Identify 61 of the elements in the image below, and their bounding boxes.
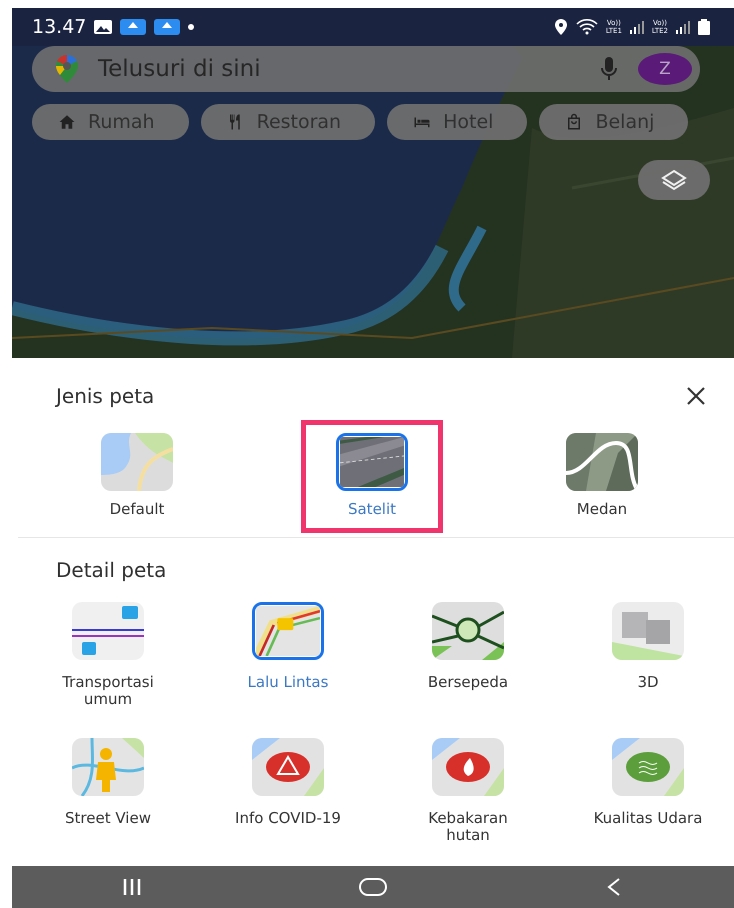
notification-app-icon xyxy=(154,19,180,35)
dot-icon xyxy=(188,24,194,30)
default-thumbnail-icon xyxy=(101,433,173,491)
map-type-label: Satelit xyxy=(348,501,396,518)
map-detail-thumbnail[interactable] xyxy=(72,602,144,660)
satellite-thumbnail-icon xyxy=(340,437,404,487)
map-type-option[interactable]: Default xyxy=(66,420,208,533)
map-detail-label: Lalu Lintas xyxy=(248,674,328,691)
wildfire-thumbnail-icon xyxy=(432,738,504,796)
back-icon[interactable] xyxy=(606,878,621,896)
map-detail-thumbnail[interactable] xyxy=(612,738,684,796)
chip-label: Belanj xyxy=(595,111,654,133)
map-detail-label: Kebakaran hutan xyxy=(427,810,509,844)
map-detail-label: Street View xyxy=(65,810,151,827)
section-title: Jenis peta xyxy=(56,384,154,408)
map-type-label: Default xyxy=(110,501,164,518)
chip-label: Rumah xyxy=(88,111,155,133)
map-type-thumbnail[interactable] xyxy=(101,433,173,491)
chip-label: Restoran xyxy=(256,111,342,133)
transit-thumbnail-icon xyxy=(72,602,144,660)
bicycle-thumbnail-icon xyxy=(432,602,504,660)
microphone-icon[interactable] xyxy=(600,57,618,81)
map-type-label: Medan xyxy=(576,501,628,518)
status-time: 13.47 xyxy=(32,16,86,38)
image-icon xyxy=(94,20,112,34)
map-detail-label: Info COVID-19 xyxy=(235,810,341,827)
search-placeholder: Telusuri di sini xyxy=(98,56,262,82)
map-type-thumbnail[interactable] xyxy=(336,433,408,491)
signal-icon xyxy=(630,20,644,34)
map-detail-thumbnail[interactable] xyxy=(72,738,144,796)
map-detail-thumbnail[interactable] xyxy=(252,738,324,796)
battery-icon xyxy=(698,19,710,35)
map-detail-thumbnail[interactable] xyxy=(432,738,504,796)
map-detail-label: Bersepeda xyxy=(428,674,508,691)
map-type-option[interactable]: Medan xyxy=(531,420,673,533)
streetview-thumbnail-icon xyxy=(72,738,144,796)
buildings-thumbnail-icon xyxy=(612,602,684,660)
map-detail-thumbnail[interactable] xyxy=(612,602,684,660)
recent-apps-icon[interactable] xyxy=(123,879,142,895)
airquality-thumbnail-icon xyxy=(612,738,684,796)
traffic-thumbnail-icon xyxy=(256,606,320,656)
home-button-icon[interactable] xyxy=(358,878,387,896)
signal-icon xyxy=(676,20,690,34)
notification-app-icon xyxy=(120,19,146,35)
location-icon xyxy=(554,19,568,35)
home-icon xyxy=(58,113,76,131)
wifi-icon xyxy=(576,19,598,35)
map-detail-thumbnail[interactable] xyxy=(432,602,504,660)
chip-label: Hotel xyxy=(443,111,494,133)
terrain-thumbnail-icon xyxy=(566,433,638,491)
map-pin-icon xyxy=(56,55,78,83)
account-avatar[interactable]: Z xyxy=(638,53,692,85)
layers-icon xyxy=(661,169,687,191)
map-type-thumbnail[interactable] xyxy=(566,433,638,491)
map-detail-label: Transportasi umum xyxy=(61,674,155,708)
map-detail-label: 3D xyxy=(637,674,659,691)
covid-thumbnail-icon xyxy=(252,738,324,796)
map-detail-thumbnail[interactable] xyxy=(252,602,324,660)
map-detail-label: Kualitas Udara xyxy=(594,810,702,827)
search-field[interactable]: Telusuri di sini Z xyxy=(32,46,700,92)
section-title: Detail peta xyxy=(56,558,166,582)
